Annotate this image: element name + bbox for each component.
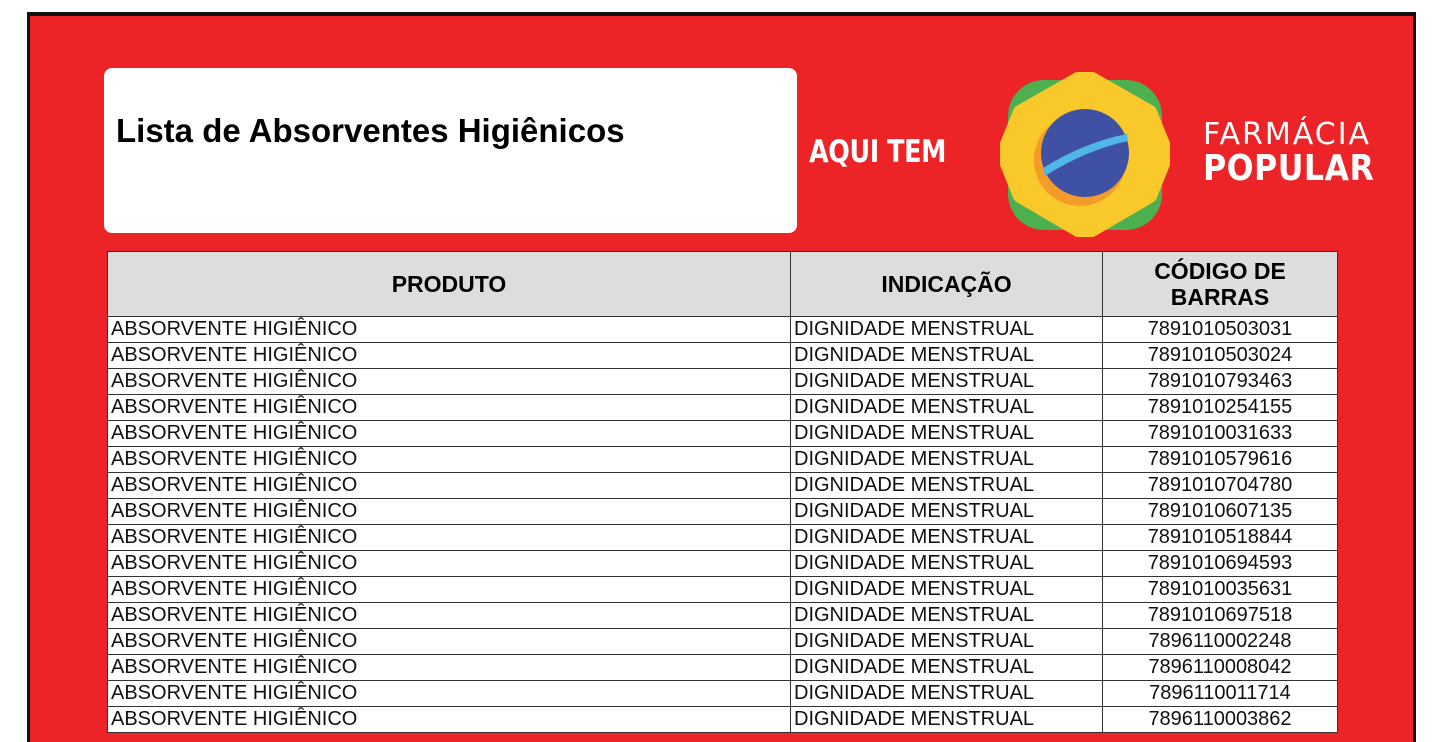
cell-indicacao: DIGNIDADE MENSTRUAL xyxy=(790,654,1103,681)
page-title: Lista de Absorventes Higiênicos xyxy=(116,112,625,149)
cell-indicacao: DIGNIDADE MENSTRUAL xyxy=(790,498,1103,525)
table-row: ABSORVENTE HIGIÊNICO DIGNIDADE MENSTRUAL 7… xyxy=(107,316,1338,343)
absorventes-table: PRODUTO INDICAÇÃO CÓDIGO DE BARRAS ABSOR… xyxy=(107,251,1338,733)
table-row: ABSORVENTE HIGIÊNICO DIGNIDADE MENSTRUAL 7… xyxy=(107,654,1338,681)
cell-indicacao: DIGNIDADE MENSTRUAL xyxy=(790,420,1103,447)
table-row: ABSORVENTE HIGIÊNICO DIGNIDADE MENSTRUAL 7… xyxy=(107,342,1338,369)
cell-indicacao: DIGNIDADE MENSTRUAL xyxy=(790,602,1103,629)
cell-codigo: 7891010254155 xyxy=(1102,394,1338,421)
cell-indicacao: DIGNIDADE MENSTRUAL xyxy=(790,576,1103,603)
cell-indicacao: DIGNIDADE MENSTRUAL xyxy=(790,368,1103,395)
cell-codigo: 7891010697518 xyxy=(1102,602,1338,629)
cell-codigo: 7891010035631 xyxy=(1102,576,1338,603)
cell-produto: ABSORVENTE HIGIÊNICO xyxy=(107,654,791,681)
table-row: ABSORVENTE HIGIÊNICO DIGNIDADE MENSTRUAL 7… xyxy=(107,706,1338,733)
column-header-codigo: CÓDIGO DE BARRAS xyxy=(1102,251,1338,317)
table-row: ABSORVENTE HIGIÊNICO DIGNIDADE MENSTRUAL 7… xyxy=(107,472,1338,499)
cell-indicacao: DIGNIDADE MENSTRUAL xyxy=(790,550,1103,577)
cell-codigo: 7896110008042 xyxy=(1102,654,1338,681)
cell-indicacao: DIGNIDADE MENSTRUAL xyxy=(790,472,1103,499)
cell-produto: ABSORVENTE HIGIÊNICO xyxy=(107,628,791,655)
cell-codigo: 7891010704780 xyxy=(1102,472,1338,499)
cell-codigo: 7891010503024 xyxy=(1102,342,1338,369)
cell-produto: ABSORVENTE HIGIÊNICO xyxy=(107,550,791,577)
cell-produto: ABSORVENTE HIGIÊNICO xyxy=(107,602,791,629)
cell-produto: ABSORVENTE HIGIÊNICO xyxy=(107,420,791,447)
cell-codigo: 7891010518844 xyxy=(1102,524,1338,551)
aqui-tem-label: AQUI TEM xyxy=(809,134,946,170)
table-row: ABSORVENTE HIGIÊNICO DIGNIDADE MENSTRUAL 7… xyxy=(107,602,1338,629)
cell-codigo: 7891010793463 xyxy=(1102,368,1338,395)
column-header-codigo-label: CÓDIGO DE BARRAS xyxy=(1154,258,1286,310)
cell-indicacao: DIGNIDADE MENSTRUAL xyxy=(790,342,1103,369)
cell-codigo: 7891010607135 xyxy=(1102,498,1338,525)
table-row: ABSORVENTE HIGIÊNICO DIGNIDADE MENSTRUAL 7… xyxy=(107,628,1338,655)
farmacia-popular-logo-icon xyxy=(1000,72,1170,237)
cell-produto: ABSORVENTE HIGIÊNICO xyxy=(107,524,791,551)
table-row: ABSORVENTE HIGIÊNICO DIGNIDADE MENSTRUAL 7… xyxy=(107,498,1338,525)
cell-indicacao: DIGNIDADE MENSTRUAL xyxy=(790,706,1103,733)
cell-indicacao: DIGNIDADE MENSTRUAL xyxy=(790,394,1103,421)
cell-codigo: 7891010031633 xyxy=(1102,420,1338,447)
cell-produto: ABSORVENTE HIGIÊNICO xyxy=(107,706,791,733)
cell-produto: ABSORVENTE HIGIÊNICO xyxy=(107,680,791,707)
cell-produto: ABSORVENTE HIGIÊNICO xyxy=(107,368,791,395)
cell-produto: ABSORVENTE HIGIÊNICO xyxy=(107,316,791,343)
cell-produto: ABSORVENTE HIGIÊNICO xyxy=(107,498,791,525)
table-header-row: PRODUTO INDICAÇÃO CÓDIGO DE BARRAS xyxy=(107,251,1338,317)
table-row: ABSORVENTE HIGIÊNICO DIGNIDADE MENSTRUAL 7… xyxy=(107,680,1338,707)
cell-codigo: 7891010579616 xyxy=(1102,446,1338,473)
document-page: Lista de Absorventes Higiênicos AQUI TEM… xyxy=(27,12,1416,742)
farmacia-popular-wordmark: FARMÁCIA POPULAR xyxy=(1203,120,1398,188)
cell-indicacao: DIGNIDADE MENSTRUAL xyxy=(790,680,1103,707)
brand-farmacia: FARMÁCIA xyxy=(1203,117,1372,152)
cell-indicacao: DIGNIDADE MENSTRUAL xyxy=(790,524,1103,551)
cell-produto: ABSORVENTE HIGIÊNICO xyxy=(107,394,791,421)
cell-codigo: 7891010694593 xyxy=(1102,550,1338,577)
cell-produto: ABSORVENTE HIGIÊNICO xyxy=(107,342,791,369)
cell-indicacao: DIGNIDADE MENSTRUAL xyxy=(790,628,1103,655)
cell-codigo: 7896110003862 xyxy=(1102,706,1338,733)
cell-codigo: 7896110002248 xyxy=(1102,628,1338,655)
title-box: Lista de Absorventes Higiênicos xyxy=(104,68,797,233)
table-row: ABSORVENTE HIGIÊNICO DIGNIDADE MENSTRUAL 7… xyxy=(107,524,1338,551)
table-row: ABSORVENTE HIGIÊNICO DIGNIDADE MENSTRUAL 7… xyxy=(107,446,1338,473)
brand-popular: POPULAR xyxy=(1203,148,1375,189)
cell-produto: ABSORVENTE HIGIÊNICO xyxy=(107,576,791,603)
table-row: ABSORVENTE HIGIÊNICO DIGNIDADE MENSTRUAL 7… xyxy=(107,368,1338,395)
cell-produto: ABSORVENTE HIGIÊNICO xyxy=(107,472,791,499)
column-header-indicacao: INDICAÇÃO xyxy=(790,251,1103,317)
cell-produto: ABSORVENTE HIGIÊNICO xyxy=(107,446,791,473)
table-row: ABSORVENTE HIGIÊNICO DIGNIDADE MENSTRUAL 7… xyxy=(107,576,1338,603)
cell-indicacao: DIGNIDADE MENSTRUAL xyxy=(790,446,1103,473)
cell-indicacao: DIGNIDADE MENSTRUAL xyxy=(790,316,1103,343)
table-row: ABSORVENTE HIGIÊNICO DIGNIDADE MENSTRUAL 7… xyxy=(107,394,1338,421)
column-header-produto: PRODUTO xyxy=(107,251,791,317)
table-row: ABSORVENTE HIGIÊNICO DIGNIDADE MENSTRUAL 7… xyxy=(107,550,1338,577)
table-row: ABSORVENTE HIGIÊNICO DIGNIDADE MENSTRUAL 7… xyxy=(107,420,1338,447)
cell-codigo: 7891010503031 xyxy=(1102,316,1338,343)
cell-codigo: 7896110011714 xyxy=(1102,680,1338,707)
table-body: ABSORVENTE HIGIÊNICO DIGNIDADE MENSTRUAL 7… xyxy=(107,316,1338,733)
